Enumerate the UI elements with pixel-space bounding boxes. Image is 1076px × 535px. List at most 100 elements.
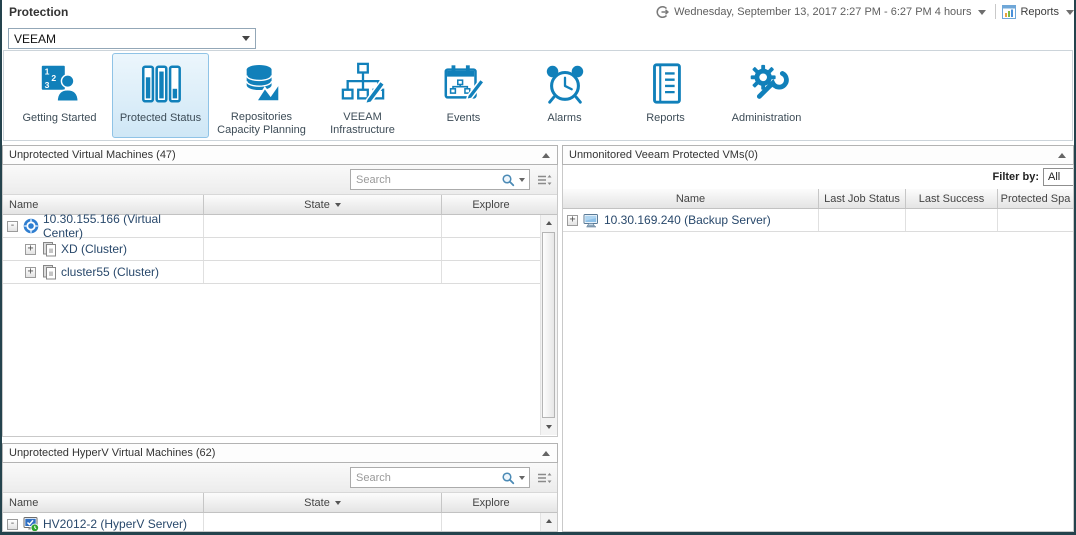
expand-node-toggle[interactable]: + bbox=[25, 244, 36, 255]
row-name: cluster55 (Cluster) bbox=[61, 265, 159, 279]
row-name: HV2012-2 (HyperV Server) bbox=[43, 517, 187, 531]
search-box[interactable] bbox=[350, 169, 530, 190]
state-cell bbox=[203, 238, 441, 260]
timeframe-range[interactable]: Wednesday, September 13, 2017 2:27 PM - … bbox=[674, 6, 971, 18]
toolbar-item-repositories-capacity-planning[interactable]: Repositories Capacity Planning bbox=[213, 53, 310, 138]
panel-title-text: Unprotected HyperV Virtual Machines (62) bbox=[9, 447, 215, 459]
explore-cell[interactable] bbox=[441, 238, 540, 260]
table-row[interactable]: + XD (Cluster) bbox=[3, 238, 557, 261]
column-header-explore[interactable]: Explore bbox=[441, 493, 540, 512]
reports-icon bbox=[643, 59, 689, 109]
panel-unprotected-hyperv-virtual-machines: Unprotected HyperV Virtual Machines (62) bbox=[2, 443, 558, 532]
veeam-infrastructure-icon bbox=[340, 59, 386, 108]
reports-button[interactable]: Reports bbox=[1020, 6, 1059, 18]
panel-header: Unmonitored Veeam Protected VMs(0) bbox=[562, 145, 1074, 165]
search-options-caret-icon[interactable] bbox=[519, 476, 525, 480]
getting-started-icon: 123 bbox=[37, 59, 83, 109]
column-header-protected-space[interactable]: Protected Spa bbox=[997, 189, 1073, 208]
expand-node-toggle[interactable]: + bbox=[567, 215, 578, 226]
table-row[interactable]: + cluster55 (Cluster) bbox=[3, 261, 557, 284]
panel-header: Unprotected Virtual Machines (47) bbox=[2, 145, 558, 165]
explore-cell[interactable] bbox=[441, 215, 540, 237]
last-success-cell bbox=[905, 209, 997, 231]
page-title: Protection bbox=[9, 5, 68, 19]
column-header-last-job-status[interactable]: Last Job Status bbox=[818, 189, 905, 208]
toolbar-item-events[interactable]: Events bbox=[415, 53, 512, 138]
expand-node-toggle[interactable]: + bbox=[25, 267, 36, 278]
dashboard-selector-value: VEEAM bbox=[9, 32, 237, 46]
protected-status-icon bbox=[138, 59, 184, 109]
panel-body: Name State Explore - HV2012-2 (HyperV Se… bbox=[2, 463, 558, 532]
vertical-scrollbar[interactable] bbox=[540, 513, 557, 531]
grid-toolbar bbox=[3, 165, 557, 195]
table-row[interactable]: + 10.30.169.240 (Backup Server) bbox=[563, 209, 1073, 232]
administration-icon bbox=[744, 59, 790, 109]
table-header: Name State Explore bbox=[3, 493, 557, 513]
toolbar-item-administration[interactable]: Administration bbox=[718, 53, 815, 138]
toolbar-item-label: Administration bbox=[732, 112, 802, 125]
row-name: XD (Cluster) bbox=[61, 242, 127, 256]
table-header: Name Last Job Status Last Success Protec… bbox=[563, 189, 1073, 209]
column-header-state[interactable]: State bbox=[203, 195, 441, 214]
panel-title-text: Unprotected Virtual Machines (47) bbox=[9, 149, 176, 161]
svg-text:2: 2 bbox=[51, 73, 56, 83]
toolbar-item-label: Events bbox=[447, 112, 481, 125]
timeframe-caret-icon[interactable] bbox=[978, 10, 986, 15]
svg-text:3: 3 bbox=[44, 80, 49, 90]
protection-dashboard: Protection Wednesday, September 13, 2017… bbox=[0, 0, 1076, 535]
collapse-panel-icon[interactable] bbox=[542, 451, 550, 456]
timeframe-icon bbox=[655, 5, 669, 19]
column-header-last-success[interactable]: Last Success bbox=[905, 189, 997, 208]
scroll-up-icon[interactable] bbox=[541, 513, 557, 529]
row-name: 10.30.169.240 (Backup Server) bbox=[604, 213, 771, 227]
panel-body: Filter by: All Name Last Job Status Last… bbox=[562, 165, 1074, 532]
panel-title-text: Unmonitored Veeam Protected VMs(0) bbox=[569, 149, 758, 161]
toolbar-item-veeam-infrastructure[interactable]: VEEAM Infrastructure bbox=[314, 53, 411, 138]
dashboard-selector[interactable]: VEEAM bbox=[8, 28, 256, 49]
collapse-node-toggle[interactable]: - bbox=[7, 519, 18, 530]
search-input[interactable] bbox=[351, 174, 501, 186]
sort-caret-icon[interactable] bbox=[335, 501, 341, 505]
sort-caret-icon[interactable] bbox=[335, 203, 341, 207]
scroll-down-icon[interactable] bbox=[541, 419, 557, 435]
events-icon bbox=[441, 59, 487, 109]
search-icon[interactable] bbox=[501, 173, 515, 187]
column-header-name[interactable]: Name bbox=[3, 493, 203, 512]
column-header-state[interactable]: State bbox=[203, 493, 441, 512]
toolbar-item-label: Getting Started bbox=[23, 112, 97, 125]
toolbar-item-label: Repositories Capacity Planning bbox=[214, 111, 309, 137]
cluster-icon bbox=[41, 264, 57, 280]
svg-text:1: 1 bbox=[44, 66, 49, 76]
grid-customizer-icon[interactable] bbox=[536, 470, 552, 491]
scroll-up-icon[interactable] bbox=[541, 215, 557, 231]
chevron-down-icon[interactable] bbox=[237, 36, 255, 41]
toolbar-item-protected-status[interactable]: Protected Status bbox=[112, 53, 209, 138]
toolbar-item-getting-started[interactable]: 123 Getting Started bbox=[11, 53, 108, 138]
reports-caret-icon[interactable] bbox=[1066, 10, 1074, 15]
search-icon[interactable] bbox=[501, 471, 515, 485]
header-separator bbox=[995, 4, 996, 19]
toolbar-item-reports[interactable]: Reports bbox=[617, 53, 714, 138]
column-header-name[interactable]: Name bbox=[563, 189, 818, 208]
toolbar-item-alarms[interactable]: Alarms bbox=[516, 53, 613, 138]
panel-body: Name State Explore - 10.30.155.166 (Virt… bbox=[2, 165, 558, 437]
search-box[interactable] bbox=[350, 467, 530, 488]
scrollbar-thumb[interactable] bbox=[542, 232, 555, 418]
timebar: Wednesday, September 13, 2017 2:27 PM - … bbox=[655, 4, 1074, 19]
state-cell bbox=[203, 513, 441, 532]
grid-toolbar bbox=[3, 463, 557, 493]
filter-select[interactable]: All bbox=[1043, 168, 1074, 186]
column-header-explore[interactable]: Explore bbox=[441, 195, 540, 214]
collapse-panel-icon[interactable] bbox=[542, 153, 550, 158]
search-options-caret-icon[interactable] bbox=[519, 178, 525, 182]
search-input[interactable] bbox=[351, 472, 501, 484]
table-row[interactable]: - HV2012-2 (HyperV Server) bbox=[3, 513, 557, 532]
collapse-node-toggle[interactable]: - bbox=[7, 221, 18, 232]
reports-chart-icon bbox=[1002, 5, 1016, 19]
grid-customizer-icon[interactable] bbox=[536, 172, 552, 193]
table-row[interactable]: - 10.30.155.166 (Virtual Center) bbox=[3, 215, 557, 238]
collapse-panel-icon[interactable] bbox=[1058, 153, 1066, 158]
vertical-scrollbar[interactable] bbox=[540, 215, 557, 435]
explore-cell[interactable] bbox=[441, 513, 540, 532]
explore-cell[interactable] bbox=[441, 261, 540, 283]
